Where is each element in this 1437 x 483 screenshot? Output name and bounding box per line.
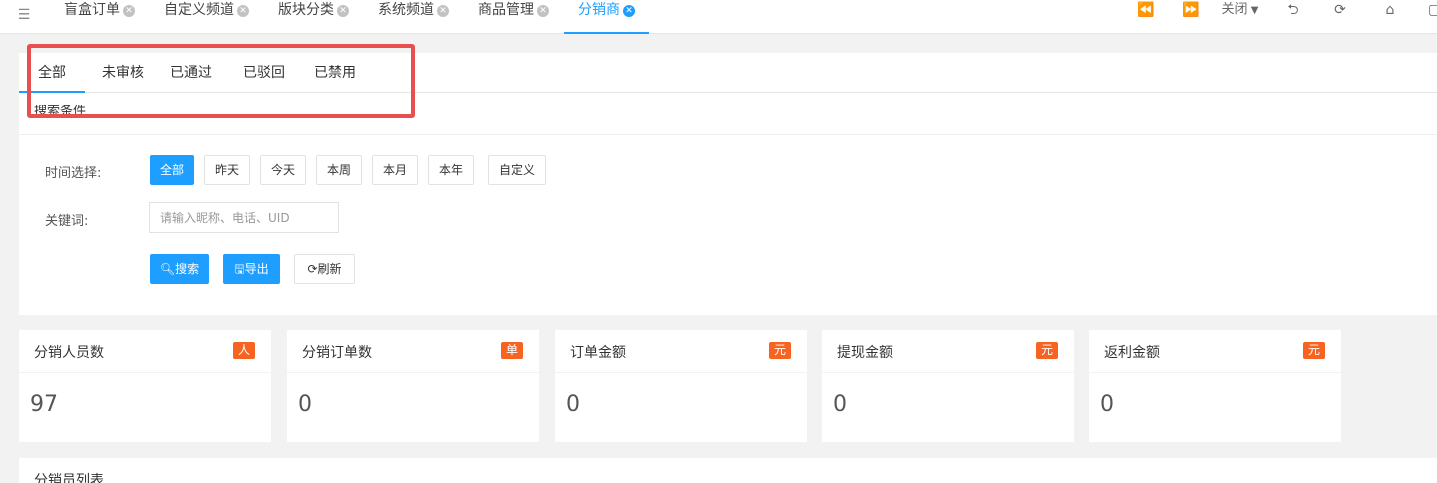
tab-system-channel[interactable]: 系统频道 ✕ (378, 0, 449, 34)
tab-label: 分销商 (578, 2, 620, 18)
search-button-label: 搜索 (175, 262, 200, 276)
divider (19, 134, 1437, 135)
close-dropdown-button[interactable]: 关闭 ▼ (1218, 0, 1262, 20)
tab-section-category[interactable]: 版块分类 ✕ (278, 0, 349, 34)
home-icon[interactable]: ⌂ (1380, 0, 1400, 20)
divider (287, 372, 539, 373)
stat-card-orders: 分销订单数 单 0 (287, 330, 539, 442)
divider (19, 372, 271, 373)
refresh-icon[interactable]: ⟳ (1330, 0, 1350, 20)
close-icon[interactable]: ✕ (623, 5, 635, 17)
divider (822, 372, 1074, 373)
stat-value: 0 (566, 392, 580, 417)
stat-value: 0 (833, 392, 847, 417)
refresh-button-label: 刷新 (317, 262, 342, 276)
time-select-label: 时间选择: (45, 166, 102, 181)
tab-all[interactable]: 全部 (19, 53, 85, 93)
export-button[interactable]: 🖫导出 (223, 254, 280, 284)
stat-badge: 元 (1035, 342, 1058, 359)
tab-custom-channel[interactable]: 自定义频道 ✕ (164, 0, 249, 34)
stat-title: 分销人员数 (34, 345, 104, 361)
refresh-icon: ⟳ (307, 262, 318, 276)
back-icon[interactable]: ⮌ (1283, 0, 1303, 20)
tab-label: 版块分类 (278, 2, 334, 18)
stat-badge: 人 (232, 342, 255, 359)
close-label: 关闭 (1221, 2, 1248, 17)
tab-disabled[interactable]: 已禁用 (311, 53, 359, 93)
tab-rejected[interactable]: 已驳回 (240, 53, 288, 93)
divider (1089, 372, 1341, 373)
menu-toggle-icon[interactable]: ☰ (14, 5, 34, 25)
tab-label: 商品管理 (478, 2, 534, 18)
prev-icon[interactable]: ⏪ (1136, 0, 1156, 20)
stat-card-order-amount: 订单金额 元 0 (555, 330, 807, 442)
stat-value: 97 (30, 392, 58, 417)
stat-badge: 单 (500, 342, 523, 359)
fullscreen-icon[interactable]: ▢ (1428, 0, 1437, 20)
search-icon: 🔍︎ (159, 262, 176, 276)
search-section-title: 搜索条件 (34, 105, 87, 119)
tab-product-management[interactable]: 商品管理 ✕ (478, 0, 549, 34)
save-icon: 🖫 (234, 262, 245, 276)
close-icon[interactable]: ✕ (537, 5, 549, 17)
refresh-button[interactable]: ⟳刷新 (294, 254, 355, 284)
close-icon[interactable]: ✕ (337, 5, 349, 17)
tab-label: 自定义频道 (164, 2, 234, 18)
distributor-list-panel: 分销员列表 (19, 458, 1437, 483)
tab-label: 系统频道 (378, 2, 434, 18)
close-icon[interactable]: ✕ (237, 5, 249, 17)
stat-title: 返利金额 (1104, 345, 1160, 361)
export-button-label: 导出 (244, 262, 269, 276)
search-panel: 全部 未审核 已通过 已驳回 已禁用 搜索条件 时间选择: 全部 昨天 今天 本… (19, 53, 1437, 315)
stat-badge: 元 (1302, 342, 1325, 359)
search-button[interactable]: 🔍︎搜索 (150, 254, 209, 284)
close-icon[interactable]: ✕ (437, 5, 449, 17)
status-tabs: 全部 未审核 已通过 已驳回 已禁用 (19, 53, 1437, 93)
stat-value: 0 (298, 392, 312, 417)
time-option-this-month[interactable]: 本月 (372, 155, 418, 185)
stat-badge: 元 (768, 342, 791, 359)
stat-title: 提现金额 (837, 345, 893, 361)
stat-card-rebate-amount: 返利金额 元 0 (1089, 330, 1341, 442)
stat-value: 0 (1100, 392, 1114, 417)
stat-card-distributors: 分销人员数 人 97 (19, 330, 271, 442)
keyword-label: 关键词: (45, 214, 89, 229)
stat-card-withdraw-amount: 提现金额 元 0 (822, 330, 1074, 442)
time-option-this-week[interactable]: 本周 (316, 155, 362, 185)
list-title: 分销员列表 (34, 473, 104, 483)
time-option-custom[interactable]: 自定义 (488, 155, 546, 185)
close-icon[interactable]: ✕ (123, 5, 135, 17)
time-option-yesterday[interactable]: 昨天 (204, 155, 250, 185)
keyword-search-input[interactable] (149, 202, 339, 233)
time-option-this-year[interactable]: 本年 (428, 155, 474, 185)
top-tab-bar: ☰ 盲盒订单 ✕ 自定义频道 ✕ 版块分类 ✕ 系统频道 ✕ 商品管理 ✕ 分销商 ✕ ⏪ … (0, 0, 1437, 34)
tab-approved[interactable]: 已通过 (167, 53, 215, 93)
tab-distributor[interactable]: 分销商 ✕ (564, 0, 649, 34)
stat-title: 分销订单数 (302, 345, 372, 361)
tab-blind-box-orders[interactable]: 盲盒订单 ✕ (64, 0, 135, 34)
tab-label: 盲盒订单 (64, 2, 120, 18)
tab-pending[interactable]: 未审核 (95, 53, 151, 93)
next-icon[interactable]: ⏩ (1181, 0, 1201, 20)
divider (555, 372, 807, 373)
stat-title: 订单金额 (570, 345, 626, 361)
time-option-today[interactable]: 今天 (260, 155, 306, 185)
caret-down-icon: ▼ (1247, 5, 1259, 16)
time-option-all[interactable]: 全部 (150, 155, 194, 185)
